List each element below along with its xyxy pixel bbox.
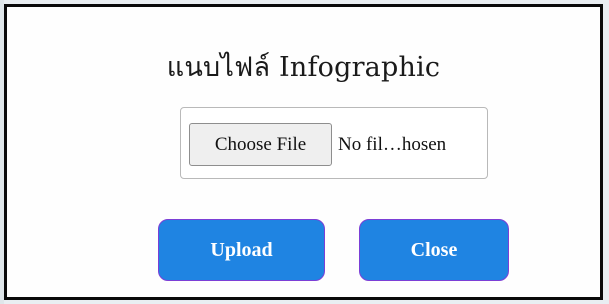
file-status-text: No fil…hosen	[338, 133, 447, 155]
close-button[interactable]: Close	[359, 219, 509, 281]
upload-button[interactable]: Upload	[158, 219, 325, 281]
choose-file-button[interactable]: Choose File	[189, 123, 332, 166]
file-input[interactable]: Choose File No fil…hosen	[180, 107, 488, 179]
dialog-title: แนบไฟล์ Infographic	[166, 52, 441, 83]
upload-dialog: แนบไฟล์ Infographic Choose File No fil…h…	[4, 4, 603, 300]
